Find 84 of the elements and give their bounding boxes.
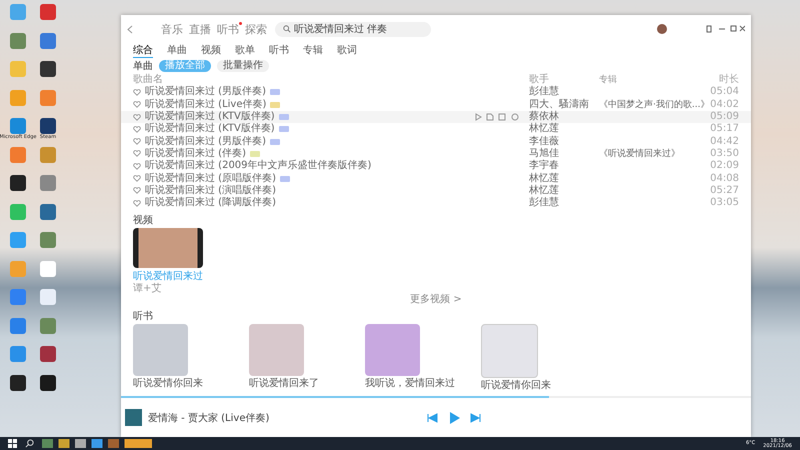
column-header: 歌曲名 (133, 74, 164, 86)
back-icon[interactable] (127, 24, 133, 34)
tab[interactable]: 歌单 (235, 43, 255, 58)
duration-cell: 03:50 (709, 148, 739, 160)
nav-item[interactable]: 音乐 (161, 22, 183, 36)
song-row[interactable]: 听说爱情回来过 (演唱版伴奏) 林忆莲 05:27 (121, 184, 751, 197)
album-cell[interactable]: 《中国梦之声·我们的歌...》 (599, 98, 709, 111)
nav-item[interactable]: 听书 (217, 22, 239, 36)
duration-cell: 05:27 (709, 184, 739, 197)
song-row[interactable]: 听说爱情回来过 (KTV版伴奏) 林忆莲 05:17 (121, 123, 751, 136)
album-cell[interactable]: 《听说爱情回来过》 (599, 148, 709, 160)
action-button[interactable]: 批量操作 (217, 60, 269, 72)
tab[interactable]: 专辑 (303, 43, 323, 58)
tab[interactable]: 歌词 (337, 43, 357, 58)
tab[interactable]: 综合 (133, 43, 153, 58)
column-header: 专辑 (599, 74, 618, 86)
song-row[interactable]: 听说爱情回来过 (降调版伴奏) 彭佳慧 03:05 (121, 196, 751, 210)
duration-cell: 05:17 (709, 123, 739, 136)
video-artist: 谭+艾 (132, 283, 162, 294)
artist-cell[interactable]: 李佳薇 (529, 136, 599, 148)
search-field[interactable]: 听说爱情回来过 伴奏 (275, 22, 431, 36)
window-controls-icon[interactable] (705, 25, 745, 33)
tab[interactable]: 听书 (269, 43, 289, 58)
tab[interactable]: 视频 (201, 43, 221, 58)
song-title[interactable]: 听说爱情回来过 (伴奏) (145, 148, 246, 160)
song-title[interactable]: 听说爱情回来过 (Live伴奏) (145, 98, 266, 111)
search-icon[interactable] (25, 439, 34, 448)
artist-cell[interactable]: 林忆莲 (529, 172, 599, 185)
avatar[interactable] (657, 24, 667, 34)
duration-cell: 02:09 (709, 160, 739, 172)
book-title[interactable]: 听说爱情回来了 (249, 376, 359, 390)
app-icon[interactable] (10, 175, 26, 191)
song-row[interactable]: 听说爱情回来过 (男版伴奏) 彭佳慧 05:04 (121, 86, 751, 99)
song-title[interactable]: 听说爱情回来过 (原唱版伴奏) (145, 172, 276, 185)
artist-cell[interactable]: 彭佳慧 (529, 86, 599, 98)
app-icon[interactable] (40, 61, 56, 77)
artist-cell[interactable]: 彭佳慧 (529, 197, 599, 210)
app-icon[interactable] (40, 374, 56, 390)
tab[interactable]: 单曲 (167, 43, 187, 58)
song-title[interactable]: 听说爱情回来过 (男版伴奏) (145, 86, 266, 98)
section-heading: 视频 (132, 214, 154, 228)
app-icon[interactable] (10, 374, 26, 390)
artist-cell[interactable]: 马旭佳 (529, 148, 599, 160)
song-row[interactable]: 听说爱情回来过 (Live伴奏) 四大、騷濤南 《中国梦之声·我们的歌...》04:02 (121, 98, 751, 111)
column-header: 时长 (718, 74, 739, 86)
app-icon[interactable] (40, 118, 56, 134)
taskbar-apps-icon[interactable] (42, 439, 152, 448)
artist-cell[interactable]: 四大、騷濤南 (529, 98, 599, 111)
book-title[interactable]: 我听说，爱情回来过 (365, 376, 475, 390)
song-row[interactable]: 听说爱情回来过 (KTV版伴奏) 蔡依林 05:09 (121, 110, 751, 124)
song-row[interactable]: 听说爱情回来过 (原唱版伴奏) 林忆莲 04:08 (121, 172, 751, 185)
duration-cell: 04:02 (709, 98, 739, 111)
song-title[interactable]: 听说爱情回来过 (KTV版伴奏) (145, 111, 275, 124)
song-row[interactable]: 听说爱情回来过 (男版伴奏) 李佳薇 04:42 (121, 135, 751, 148)
song-title[interactable]: 听说爱情回来过 (降调版伴奏) (145, 197, 276, 210)
duration-cell: 04:42 (709, 136, 739, 148)
duration-cell: 05:04 (709, 86, 739, 98)
song-title[interactable]: 听说爱情回来过 (KTV版伴奏) (145, 123, 275, 136)
album-cover[interactable] (125, 409, 142, 426)
artist-cell[interactable]: 林忆莲 (529, 123, 599, 136)
nav-item[interactable]: 探索 (245, 22, 267, 36)
search-icon (283, 25, 291, 33)
duration-cell: 05:09 (709, 111, 739, 124)
book-title[interactable]: 听说爱情你回来 (481, 378, 591, 392)
progress-track[interactable] (121, 396, 751, 398)
windows-start-icon[interactable] (8, 439, 17, 448)
artist-cell[interactable]: 林忆莲 (529, 184, 599, 197)
duration-cell: 03:05 (709, 197, 739, 210)
song-row[interactable]: 听说爱情回来过 (伴奏) 马旭佳 《听说爱情回来过》 03:50 (121, 148, 751, 160)
duration-cell: 04:08 (709, 172, 739, 185)
artist-cell[interactable]: 蔡依林 (529, 111, 599, 124)
song-title[interactable]: 听说爱情回来过 (男版伴奏) (145, 136, 266, 148)
column-header: 歌手 (529, 74, 550, 86)
book-title[interactable]: 听说爱情你回来 (133, 376, 243, 390)
song-title[interactable]: 听说爱情回来过 (演唱版伴奏) (145, 184, 276, 197)
now-playing-title: 爱情海 - 贾大家 (Live伴奏) (148, 412, 270, 425)
nav-item[interactable]: 直播 (189, 22, 211, 36)
song-row[interactable]: 听说爱情回来过 (2009年中文声乐盛世伴奏版伴奏) 李宇春 02:09 (121, 160, 751, 172)
song-title[interactable]: 听说爱情回来过 (2009年中文声乐盛世伴奏版伴奏) (145, 160, 372, 172)
section-label: 单曲 (133, 60, 153, 73)
artist-cell[interactable]: 李宇春 (529, 160, 599, 172)
video-thumbnail[interactable] (133, 228, 203, 268)
section-heading: 听书 (132, 310, 154, 324)
more-videos-link[interactable]: 更多视频 > (410, 294, 462, 306)
